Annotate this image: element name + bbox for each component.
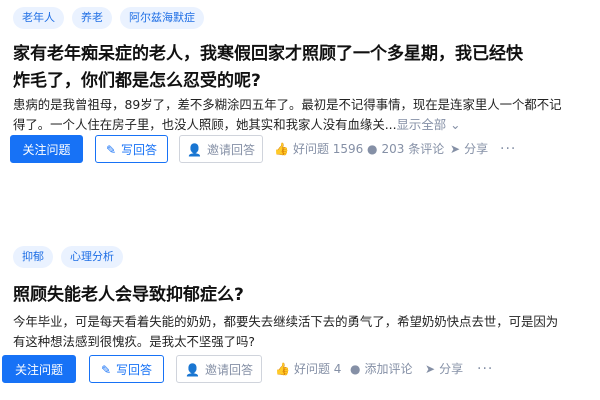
paper-plane-icon: ➤ (450, 142, 461, 156)
good-question-label: 好问题 4 (293, 362, 342, 376)
comments-label: 203 条评论 (381, 142, 445, 156)
add-user-icon: 👤 (185, 363, 200, 377)
question-title-line: 家有老年痴呆症的老人，我寒假回家才照顾了一个多星期，我已经快 (13, 44, 523, 64)
topic-tag[interactable]: 抑郁 (13, 246, 53, 268)
expand-label: 显示全部 (396, 117, 447, 132)
good-question-label: 好问题 1596 (292, 142, 364, 156)
excerpt-line: 今年毕业，可是每天看着失能的奶奶，都要失去继续活下去的勇气了，希望奶奶快点去世，… (13, 314, 559, 329)
topic-tag[interactable]: 心理分析 (61, 246, 123, 268)
follow-question-label: 关注问题 (22, 143, 71, 157)
add-user-icon: 👤 (187, 143, 202, 157)
comments-label: 添加评论 (364, 362, 413, 376)
share-button[interactable]: ➤ 分享 (450, 135, 488, 163)
more-options-button[interactable]: ··· (500, 135, 516, 163)
good-question-button[interactable]: 👍 好问题 1596 (274, 135, 363, 163)
thumbs-up-icon: 👍 (275, 362, 290, 376)
follow-question-button[interactable]: 关注问题 (10, 135, 83, 163)
topic-tag[interactable]: 阿尔兹海默症 (120, 7, 204, 29)
comment-bubble-icon: ● (367, 142, 378, 156)
question-title-line: 照顾失能老人会导致抑郁症么? (13, 285, 244, 305)
expand-link[interactable]: 显示全部 ⌄ (397, 117, 461, 132)
topic-tags: 老年人 养老 阿尔兹海默症 (13, 7, 204, 29)
chevron-down-icon: ⌄ (450, 117, 461, 132)
invite-answer-label: 邀请回答 (206, 143, 255, 157)
topic-tag[interactable]: 养老 (72, 7, 112, 29)
invite-answer-button[interactable]: 👤 邀请回答 (176, 355, 262, 383)
share-label: 分享 (439, 362, 464, 376)
question-title[interactable]: 照顾失能老人会导致抑郁症么? (13, 282, 578, 309)
comment-bubble-icon: ● (350, 362, 361, 376)
comments-button[interactable]: ● 添加评论 (350, 355, 413, 383)
follow-question-label: 关注问题 (14, 363, 63, 377)
more-options-label: ··· (500, 141, 517, 157)
good-question-button[interactable]: 👍 好问题 4 (275, 355, 341, 383)
share-button[interactable]: ➤ 分享 (425, 355, 463, 383)
write-answer-button[interactable]: ✎ 写回答 (95, 135, 168, 163)
excerpt-line: 得了。一个人住在房子里，也没人照顾，她其实和我家人没有血缘关... (13, 117, 397, 132)
question-actions: 关注问题 ✎ 写回答 👤 邀请回答 👍 好问题 4 ● 添加评论 ➤ 分享 ··· (0, 355, 600, 385)
more-options-button[interactable]: ··· (477, 355, 493, 383)
question-actions: 关注问题 ✎ 写回答 👤 邀请回答 👍 好问题 1596 ● 203 条评论 ➤ 分享 ·… (0, 135, 600, 165)
pencil-icon: ✎ (100, 363, 112, 377)
excerpt-line: 患病的是我曾祖母，89岁了，差不多糊涂四五年了。最初是不记得事情，现在是连家里人… (13, 97, 562, 112)
question-title-line: 炸毛了，你们都是怎么忍受的呢? (13, 71, 261, 91)
pencil-icon: ✎ (105, 143, 117, 157)
write-answer-label: 写回答 (121, 143, 158, 157)
comments-button[interactable]: ● 203 条评论 (367, 135, 444, 163)
question-excerpt: 今年毕业，可是每天看着失能的奶奶，都要失去继续活下去的勇气了，希望奶奶快点去世，… (13, 312, 593, 352)
question-excerpt: 患病的是我曾祖母，89岁了，差不多糊涂四五年了。最初是不记得事情，现在是连家里人… (13, 95, 593, 135)
invite-answer-label: 邀请回答 (204, 363, 253, 377)
share-label: 分享 (464, 142, 489, 156)
question-title[interactable]: 家有老年痴呆症的老人，我寒假回家才照顾了一个多星期，我已经快 炸毛了，你们都是怎… (13, 41, 578, 95)
invite-answer-button[interactable]: 👤 邀请回答 (179, 135, 263, 163)
write-answer-button[interactable]: ✎ 写回答 (89, 355, 164, 383)
more-options-label: ··· (477, 361, 494, 377)
excerpt-line: 有这种想法感到很愧疚。是我太不坚强了吗? (13, 334, 255, 349)
write-answer-label: 写回答 (116, 363, 153, 377)
topic-tag[interactable]: 老年人 (13, 7, 64, 29)
follow-question-button[interactable]: 关注问题 (2, 355, 76, 383)
paper-plane-icon: ➤ (425, 362, 436, 376)
thumbs-up-icon: 👍 (274, 142, 289, 156)
topic-tags: 抑郁 心理分析 (13, 246, 123, 268)
